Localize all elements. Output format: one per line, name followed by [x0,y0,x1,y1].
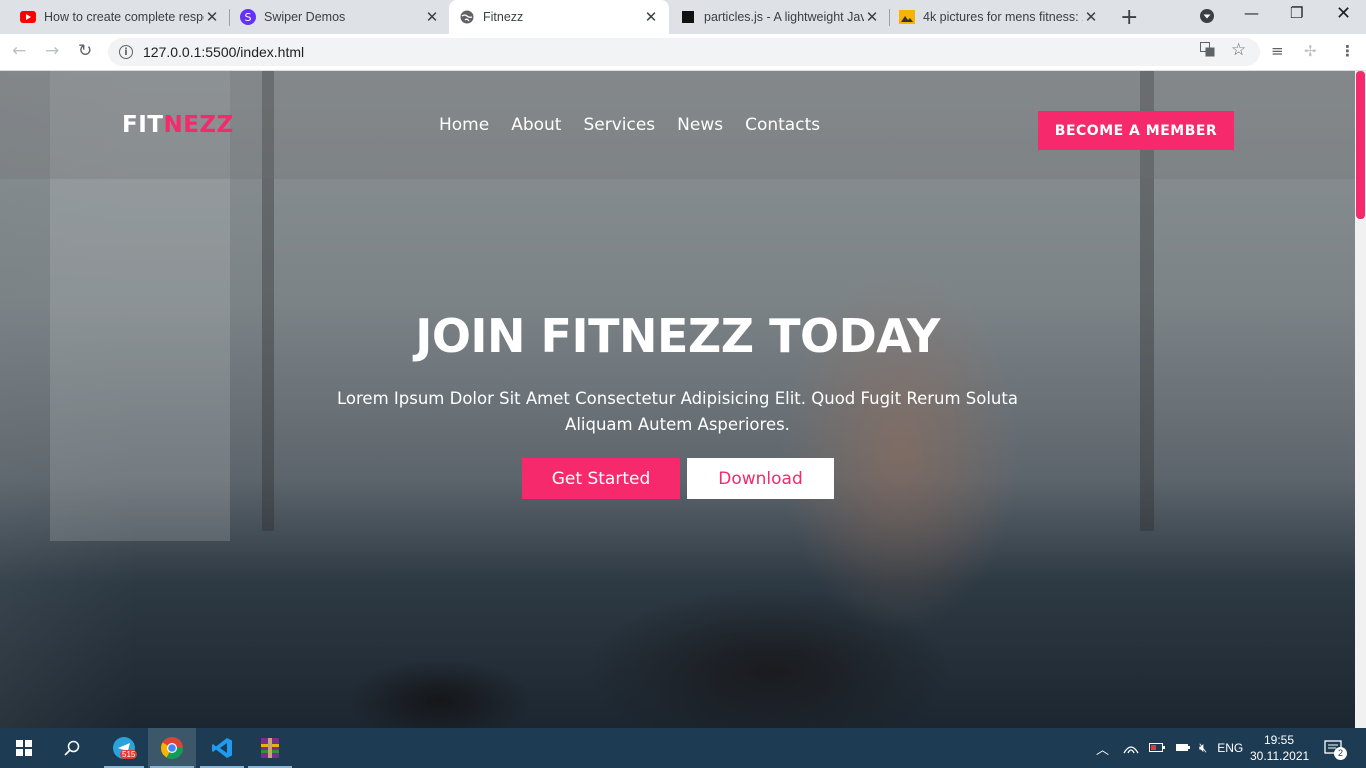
tab-strip: How to create complete respo ✕ S Swiper … [0,0,1366,34]
windows-start-icon[interactable] [0,728,48,768]
battery-icon[interactable] [1149,741,1166,756]
chrome-icon[interactable] [148,728,196,768]
power-icon[interactable] [1175,741,1191,756]
logo-fit: FIT [122,112,164,138]
mute-speaker-icon[interactable]: 🔇︎ [1199,740,1207,756]
menu-dots-icon[interactable]: ⋮ [1340,42,1355,60]
particles-icon [680,9,696,25]
winrar-icon[interactable] [246,728,294,768]
nav-about[interactable]: About [511,115,561,135]
minimize-icon[interactable]: — [1244,4,1259,22]
nav-home[interactable]: Home [439,115,489,135]
tab-search-icon[interactable] [1199,8,1215,28]
language-indicator[interactable]: ENG [1217,741,1243,755]
tab-title: How to create complete respo [44,10,204,24]
become-member-button[interactable]: BECOME A MEMBER [1038,111,1234,150]
notification-count: 2 [1334,747,1347,760]
browser-toolbar: ← → ↻ i 127.0.0.1:5500/index.html ☆ ≡ ✢ … [0,34,1366,71]
telegram-badge: 515 [120,750,138,759]
clock-time: 19:55 [1263,733,1295,747]
swiper-icon: S [240,9,256,25]
system-tray: ︿ 🔇︎ ENG [1096,728,1243,768]
download-button[interactable]: Download [687,458,834,499]
page-viewport: FITNEZZ Home About Services News Contact… [0,71,1355,728]
tab-divider [229,9,230,26]
image-icon [899,9,915,25]
hero-description: Lorem Ipsum Dolor Sit Amet Consectetur A… [337,389,1018,434]
url-text: 127.0.0.1:5500/index.html [143,44,305,60]
nav-news[interactable]: News [677,115,723,135]
close-tab-icon[interactable]: ✕ [424,8,440,26]
tab-swiper[interactable]: S Swiper Demos ✕ [232,0,448,34]
clock-date: 30.11.2021 [1250,749,1310,763]
tab-title: 4k pictures for mens fitness: 2 [923,10,1083,24]
new-tab-icon[interactable]: + [1120,5,1138,30]
notifications-icon[interactable]: 2 [1324,728,1347,768]
reload-icon[interactable]: ↻ [78,41,92,61]
vscode-icon[interactable] [198,728,246,768]
svg-text:S: S [245,11,252,24]
logo-nezz: NEZZ [163,112,234,138]
get-started-button[interactable]: Get Started [522,458,680,499]
extension-icon[interactable]: ✢ [1304,42,1317,60]
nav-contacts[interactable]: Contacts [745,115,820,135]
search-icon[interactable] [48,728,96,768]
maximize-icon[interactable]: ❐ [1290,4,1303,22]
hero-title: JOIN FITNEZZ TODAY [415,309,940,363]
translate-icon[interactable] [1200,42,1215,61]
tab-particles[interactable]: particles.js - A lightweight Jav ✕ [672,0,888,34]
nav-services[interactable]: Services [583,115,655,135]
tab-title: particles.js - A lightweight Jav [704,10,864,24]
tab-divider [889,9,890,26]
close-tab-icon[interactable]: ✕ [643,8,659,26]
youtube-icon [20,9,36,25]
clock[interactable]: 19:55 30.11.2021 [1250,732,1310,764]
tab-title: Fitnezz [483,10,524,24]
close-tab-icon[interactable]: ✕ [864,8,880,26]
tab-pictures[interactable]: 4k pictures for mens fitness: 2 ✕ [891,0,1107,34]
bookmark-star-icon[interactable]: ☆ [1231,40,1246,60]
close-window-icon[interactable]: ✕ [1336,3,1351,24]
site-logo[interactable]: FITNEZZ [122,112,234,138]
globe-icon [459,9,475,25]
wifi-icon[interactable] [1123,740,1139,757]
tab-youtube[interactable]: How to create complete respo ✕ [12,0,228,34]
windows-taskbar: 515 ︿ 🔇︎ ENG 19:55 30.11.2021 2 [0,728,1366,768]
forward-icon[interactable]: → [45,41,59,61]
tab-fitnezz[interactable]: Fitnezz ✕ [449,0,669,34]
back-icon[interactable]: ← [12,41,26,61]
address-bar[interactable]: i 127.0.0.1:5500/index.html [108,38,1260,66]
close-tab-icon[interactable]: ✕ [204,8,220,26]
main-nav: Home About Services News Contacts [439,115,842,135]
media-control-icon[interactable]: ≡ [1271,42,1284,60]
chevron-up-icon[interactable]: ︿ [1096,739,1109,758]
close-tab-icon[interactable]: ✕ [1083,8,1099,26]
scrollbar-thumb[interactable] [1356,71,1365,219]
site-info-icon[interactable]: i [119,45,133,59]
tab-title: Swiper Demos [264,10,346,24]
telegram-icon[interactable]: 515 [100,728,148,768]
